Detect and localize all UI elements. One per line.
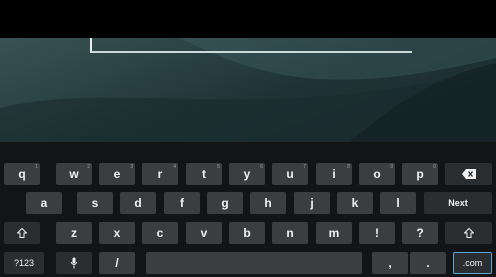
key-z[interactable]: z <box>56 222 92 244</box>
key-hint: 3 <box>130 164 133 170</box>
key-m[interactable]: m <box>316 222 352 244</box>
key-label: k <box>351 196 359 210</box>
key-hint: 6 <box>260 164 263 170</box>
key-label: u <box>286 167 294 181</box>
key-question[interactable]: ? <box>402 222 438 244</box>
key-s[interactable]: s <box>77 192 113 214</box>
key-hint: 5 <box>217 164 220 170</box>
key-q[interactable]: q1 <box>4 163 40 185</box>
key-period[interactable]: . <box>410 252 446 274</box>
key-i[interactable]: i8 <box>316 163 352 185</box>
key-hint: 1 <box>35 164 38 170</box>
key-slash[interactable]: / <box>99 252 135 274</box>
key-label: p <box>416 167 424 181</box>
text-input-field[interactable] <box>90 38 420 53</box>
key-comma[interactable]: , <box>372 252 408 274</box>
key-o[interactable]: o9 <box>359 163 395 185</box>
key-v[interactable]: v <box>186 222 222 244</box>
key-hint: 8 <box>347 164 350 170</box>
wallpaper-pattern <box>0 38 496 142</box>
key-c[interactable]: c <box>142 222 178 244</box>
key-label: g <box>221 196 229 210</box>
backspace-key[interactable] <box>445 163 492 185</box>
key-label: v <box>200 226 208 240</box>
key-label: b <box>243 226 251 240</box>
key-label: m <box>328 226 340 240</box>
key-label: o <box>373 167 381 181</box>
key-label: i <box>332 167 336 181</box>
next-label: Next <box>448 198 468 208</box>
key-f[interactable]: f <box>164 192 200 214</box>
text-input[interactable] <box>92 38 420 51</box>
key-label: q <box>18 167 26 181</box>
key-t[interactable]: t5 <box>186 163 222 185</box>
shift-icon <box>17 228 27 238</box>
key-label: , <box>388 256 392 270</box>
space-key[interactable] <box>146 252 362 274</box>
key-label: z <box>71 226 77 240</box>
microphone-icon <box>70 257 78 269</box>
key-hint: 4 <box>173 164 176 170</box>
key-exclamation[interactable]: ! <box>359 222 395 244</box>
key-label: ? <box>416 226 424 240</box>
key-label: d <box>134 196 142 210</box>
key-label: . <box>426 256 430 270</box>
key-label: r <box>157 167 163 181</box>
key-e[interactable]: e3 <box>99 163 135 185</box>
backspace-icon <box>461 169 476 179</box>
key-label: e <box>113 167 121 181</box>
key-label: l <box>396 196 400 210</box>
key-j[interactable]: j <box>294 192 330 214</box>
key-b[interactable]: b <box>229 222 265 244</box>
dotcom-label: .com <box>462 258 483 268</box>
symbols-key[interactable]: ?123 <box>4 252 44 274</box>
key-hint: 0 <box>433 164 436 170</box>
key-label: t <box>202 167 206 181</box>
key-d[interactable]: d <box>120 192 156 214</box>
key-y[interactable]: y6 <box>229 163 265 185</box>
key-label: a <box>40 196 48 210</box>
dotcom-key[interactable]: .com <box>453 252 492 274</box>
key-hint: 9 <box>390 164 393 170</box>
key-label: h <box>264 196 272 210</box>
key-h[interactable]: h <box>250 192 286 214</box>
key-hint: 2 <box>87 164 90 170</box>
key-label: s <box>91 196 99 210</box>
key-label: / <box>115 256 119 270</box>
key-k[interactable]: k <box>337 192 373 214</box>
key-p[interactable]: p0 <box>402 163 438 185</box>
key-label: x <box>113 226 121 240</box>
key-n[interactable]: n <box>272 222 308 244</box>
shift-key-left[interactable] <box>4 222 40 244</box>
soft-keyboard: q1 w2 e3 r4 t5 y6 u7 i8 o9 p0 a s d f g … <box>0 142 496 277</box>
key-hint: 7 <box>303 164 306 170</box>
key-label: f <box>180 196 184 210</box>
status-bar <box>0 0 496 38</box>
key-l[interactable]: l <box>380 192 416 214</box>
key-label: c <box>156 226 164 240</box>
key-label: n <box>286 226 294 240</box>
next-key[interactable]: Next <box>424 192 492 214</box>
key-label: y <box>243 167 251 181</box>
key-x[interactable]: x <box>99 222 135 244</box>
key-label: w <box>69 167 79 181</box>
symbols-label: ?123 <box>13 258 35 268</box>
key-a[interactable]: a <box>26 192 62 214</box>
key-label: j <box>310 196 314 210</box>
key-label: ! <box>375 226 379 240</box>
shift-key-right[interactable] <box>445 222 492 244</box>
key-u[interactable]: u7 <box>272 163 308 185</box>
key-g[interactable]: g <box>207 192 243 214</box>
shift-icon <box>463 228 474 238</box>
voice-input-key[interactable] <box>56 252 92 274</box>
key-w[interactable]: w2 <box>56 163 92 185</box>
key-r[interactable]: r4 <box>142 163 178 185</box>
